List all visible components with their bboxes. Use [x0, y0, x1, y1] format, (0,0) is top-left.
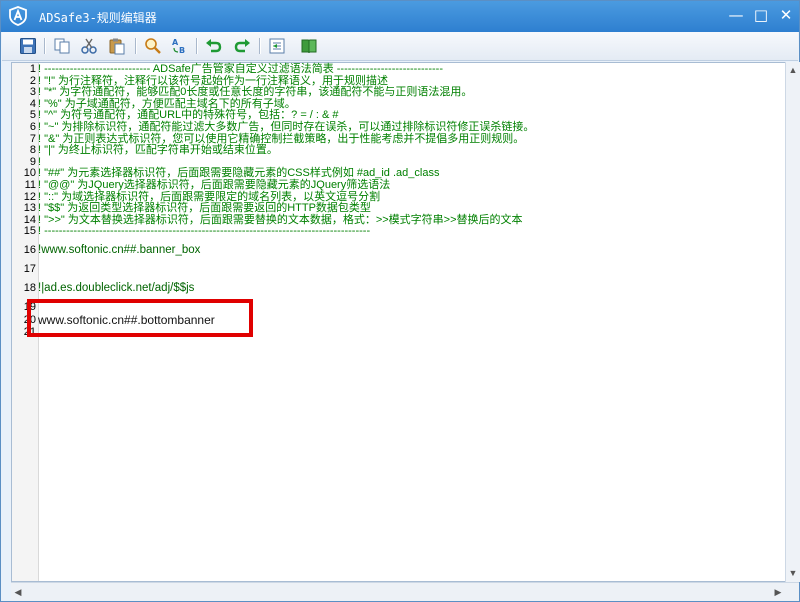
line-text: !www.softonic.cn##.banner_box — [38, 243, 201, 256]
undo-icon[interactable] — [205, 37, 223, 55]
close-button[interactable]: ✕ — [775, 5, 797, 25]
line-number: 13 — [23, 202, 36, 215]
redo-icon[interactable] — [233, 37, 251, 55]
toolbar-separator — [135, 38, 137, 54]
copy-icon[interactable] — [53, 37, 71, 55]
toolbar-separator — [44, 38, 46, 54]
vertical-scrollbar[interactable]: ▲ ▼ — [785, 62, 800, 582]
line-number: 1 — [29, 63, 36, 75]
cut-icon[interactable] — [80, 37, 98, 55]
paste-icon[interactable] — [108, 37, 126, 55]
line-number: 8 — [29, 144, 36, 157]
line-number: 17 — [23, 262, 36, 275]
title-bar[interactable]: ADSafe3-规则编辑器 — □ ✕ — [1, 1, 799, 32]
svg-text:A: A — [172, 38, 179, 47]
scroll-right-icon[interactable]: ▶ — [771, 584, 785, 600]
minimize-button[interactable]: — — [725, 5, 747, 25]
editor-window: ADSafe3-规则编辑器 — □ ✕ A B 1 ! ------------… — [0, 0, 800, 602]
editor-line[interactable]: 13! "$$" 为返回类型选择器标识符，后面跟需要返回的HTTP数据包类型 — [12, 203, 782, 215]
find-icon[interactable] — [144, 37, 162, 55]
book-icon[interactable] — [300, 37, 318, 55]
save-icon[interactable] — [19, 37, 37, 55]
scroll-down-icon[interactable]: ▼ — [786, 565, 800, 581]
line-number: 15 — [23, 225, 36, 238]
line-number: 6 — [29, 120, 36, 133]
line-text: ! "@@" 为JQuery选择器标识符，后面跟需要隐藏元素的JQuery筛选语… — [38, 178, 391, 191]
horizontal-scrollbar[interactable]: ◀ ▶ — [11, 582, 799, 601]
toolbar-separator — [259, 38, 261, 54]
editor-line[interactable]: 15! ------------------------------------… — [12, 226, 782, 238]
line-text: ! "~" 为排除标识符，通配符能过滤大多数广告，但同时存在误杀，可以通过排除标… — [38, 120, 535, 133]
replace-icon[interactable]: A B — [171, 37, 189, 55]
editor-line[interactable]: 11! "@@" 为JQuery选择器标识符，后面跟需要隐藏元素的JQuery筛… — [12, 178, 782, 192]
toolbar-separator — [196, 38, 198, 54]
line-text: ! "|" 为终止标识符，匹配字符串开始或结束位置。 — [38, 144, 278, 157]
editor-line[interactable]: 6! "~" 为排除标识符，通配符能过滤大多数广告，但同时存在误杀，可以通过排除… — [12, 120, 782, 134]
editor-line[interactable]: 17 — [12, 263, 782, 276]
editor-lines: 1! ----------------------------- ADSafe广… — [12, 63, 782, 339]
line-number: 16 — [23, 243, 36, 256]
toolbar: A B — [2, 32, 798, 61]
indent-icon[interactable] — [268, 37, 286, 55]
svg-text:B: B — [179, 46, 185, 55]
line-text: ! --------------------------------------… — [38, 225, 371, 238]
window-title: ADSafe3-规则编辑器 — [39, 11, 157, 25]
highlight-annotation-box — [27, 299, 253, 337]
maximize-button[interactable]: □ — [750, 5, 772, 25]
editor-line[interactable]: 1! ----------------------------- ADSafe广… — [12, 63, 782, 76]
scroll-left-icon[interactable]: ◀ — [11, 584, 25, 600]
editor-line[interactable]: 8! "|" 为终止标识符，匹配字符串开始或结束位置。 — [12, 145, 782, 157]
line-number: 18 — [23, 281, 36, 294]
line-number: 11 — [24, 178, 36, 191]
line-text: ! "$$" 为返回类型选择器标识符，后面跟需要返回的HTTP数据包类型 — [38, 202, 371, 215]
editor-line[interactable]: 16 !www.softonic.cn##.banner_box — [12, 238, 782, 263]
line-text: ! ----------------------------- ADSafe广告… — [38, 63, 443, 75]
line-text: !|ad.es.doubleclick.net/adj/$$js — [38, 281, 195, 294]
scroll-up-icon[interactable]: ▲ — [786, 62, 800, 78]
editor-line[interactable]: 18 !|ad.es.doubleclick.net/adj/$$js — [12, 276, 782, 301]
adsafe-logo-icon — [9, 6, 27, 26]
